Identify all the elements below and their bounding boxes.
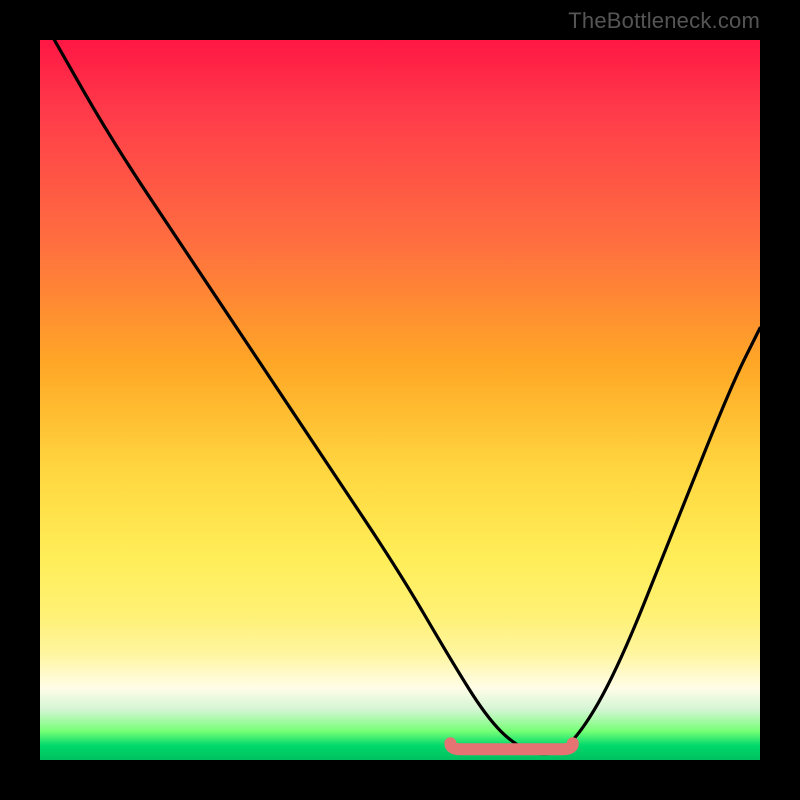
bottleneck-curve-path xyxy=(54,40,760,754)
plot-area xyxy=(40,40,760,760)
watermark-text: TheBottleneck.com xyxy=(568,8,760,34)
optimal-region-marker xyxy=(450,743,572,749)
curve-svg xyxy=(40,40,760,760)
chart-frame: TheBottleneck.com xyxy=(0,0,800,800)
